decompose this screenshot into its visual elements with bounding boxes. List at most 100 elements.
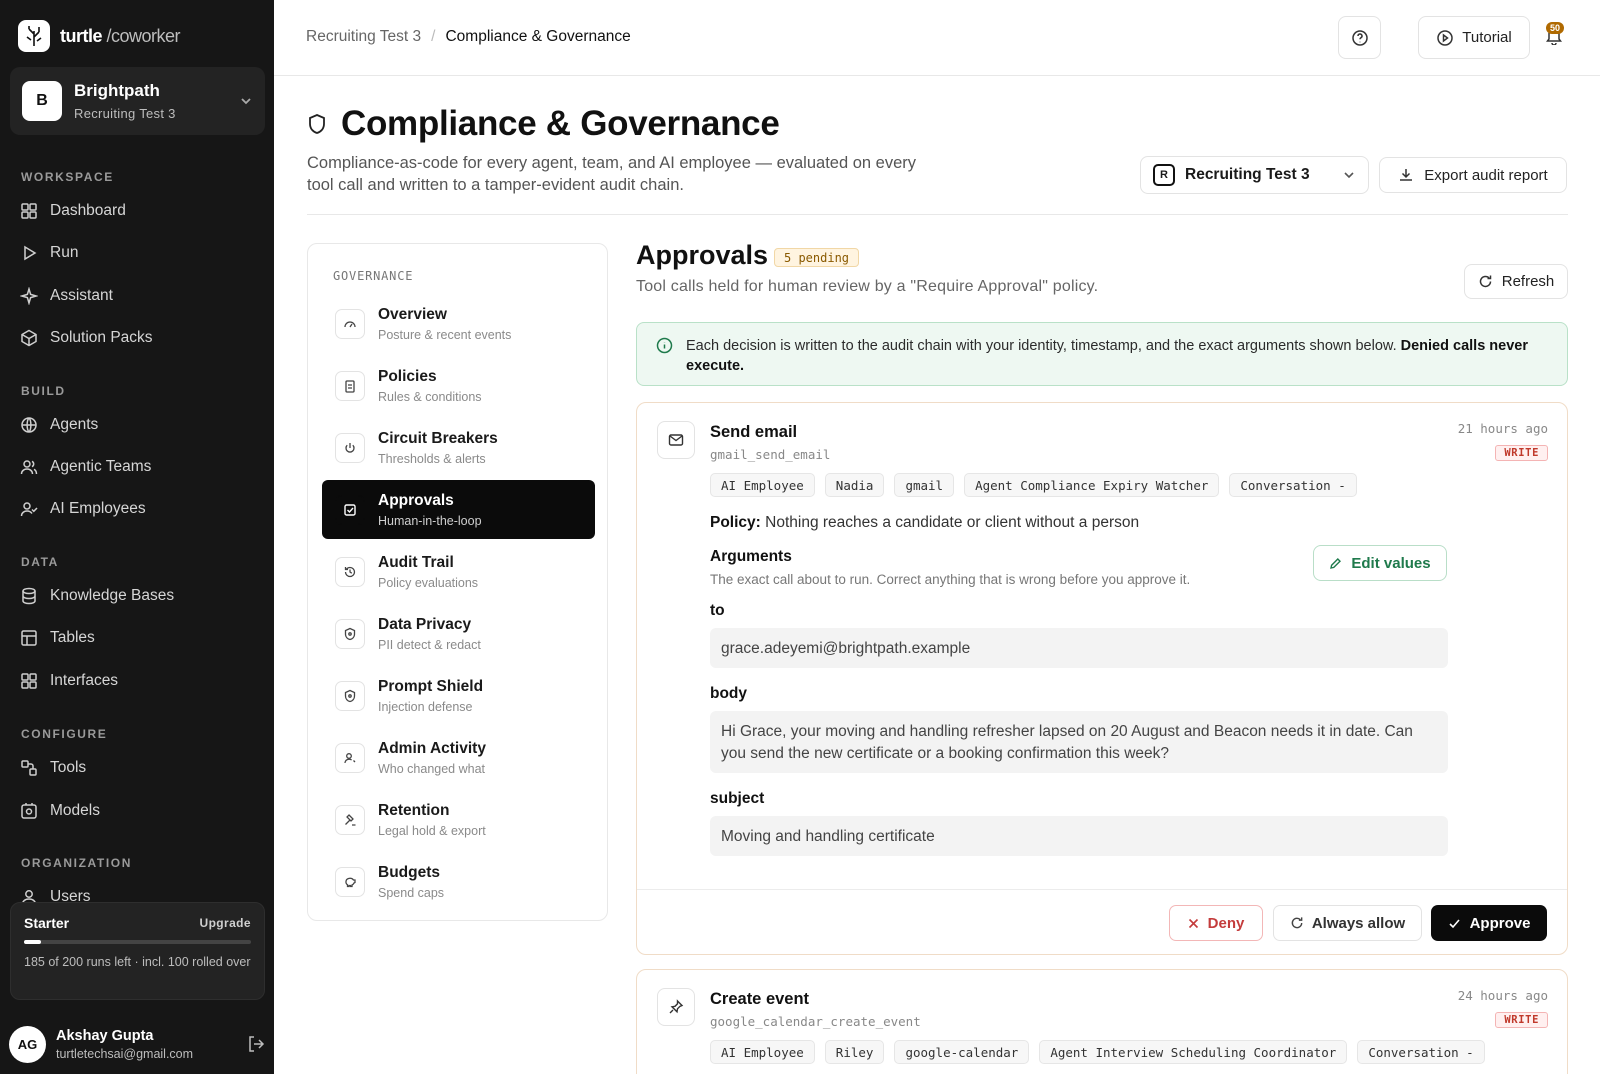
deny-button[interactable]: Deny xyxy=(1169,905,1263,941)
upgrade-link[interactable]: Upgrade xyxy=(200,916,251,930)
database-icon xyxy=(22,587,36,605)
sidebar-item-ai-employees[interactable]: AI Employees xyxy=(20,497,146,521)
sidebar-item-models[interactable]: Models xyxy=(20,799,100,823)
sidebar-item-interfaces[interactable]: Interfaces xyxy=(20,669,118,693)
gov-item-approvals[interactable]: Approvals Human-in-the-loop xyxy=(322,480,595,539)
gov-item-policies[interactable]: Policies Rules & conditions xyxy=(322,356,595,415)
field-label: body xyxy=(710,685,748,702)
play-icon xyxy=(24,245,37,261)
approve-button[interactable]: Approve xyxy=(1431,905,1547,941)
turtle-logo-icon xyxy=(18,20,50,52)
gov-item-circuit-breakers[interactable]: Circuit Breakers Thresholds & alerts xyxy=(322,418,595,477)
refresh-button[interactable]: Refresh xyxy=(1464,264,1568,299)
approve-label: Approve xyxy=(1469,914,1531,932)
gov-item-data-privacy[interactable]: Data Privacy PII detect & redact xyxy=(322,604,595,663)
gov-item-sub: Who changed what xyxy=(378,761,486,776)
sparkle-icon xyxy=(20,287,38,305)
sidebar-item-agents[interactable]: Agents xyxy=(20,413,98,437)
sidebar-item-label: Solution Packs xyxy=(50,329,153,346)
gov-item-sub: Spend caps xyxy=(378,885,445,900)
gov-item-title: Circuit Breakers xyxy=(378,429,498,447)
body-field[interactable]: Hi Grace, your moving and handling refre… xyxy=(710,711,1448,773)
plan-usage-fill xyxy=(24,940,42,944)
gavel-icon xyxy=(335,804,365,835)
sidebar-item-dashboard[interactable]: Dashboard xyxy=(20,199,126,223)
sidebar-item-knowledge-bases[interactable]: Knowledge Bases xyxy=(20,584,174,608)
always-allow-button[interactable]: Always allow xyxy=(1273,905,1422,941)
tag: gmail xyxy=(894,473,955,497)
sidebar-item-run[interactable]: Run xyxy=(20,241,78,265)
gov-item-admin-activity[interactable]: Admin Activity Who changed what xyxy=(322,728,595,787)
check-icon xyxy=(1449,918,1460,928)
sidebar-item-solution-packs[interactable]: Solution Packs xyxy=(20,326,153,350)
field-label: to xyxy=(710,602,725,619)
org-project: Recruiting Test 3 xyxy=(74,106,176,121)
to-field[interactable]: grace.adeyemi@brightpath.example xyxy=(710,628,1448,668)
timestamp: 24 hours ago xyxy=(1457,988,1548,1003)
write-badge: WRITE xyxy=(1495,1012,1548,1028)
subject-field[interactable]: Moving and handling certificate xyxy=(710,816,1448,856)
tag: AI Employee xyxy=(710,1040,815,1064)
page-description: Compliance-as-code for every agent, team… xyxy=(307,154,917,194)
user-profile[interactable]: AG Akshay Gupta turtletechsai@gmail.com xyxy=(9,1024,265,1064)
approvals-title: Approvals xyxy=(636,240,769,270)
tutorial-button[interactable]: Tutorial xyxy=(1418,16,1530,59)
approval-card: Send email gmail_send_email 21 hours ago… xyxy=(636,402,1568,955)
refresh-icon xyxy=(1479,275,1491,288)
gov-item-sub: Rules & conditions xyxy=(378,389,482,404)
gov-item-prompt-shield[interactable]: Prompt Shield Injection defense xyxy=(322,666,595,725)
shield-dot-icon xyxy=(335,680,365,711)
gov-item-title: Approvals xyxy=(378,491,454,509)
export-label: Export audit report xyxy=(1424,166,1548,184)
write-badge: WRITE xyxy=(1495,445,1548,461)
org-switcher[interactable]: B Brightpath Recruiting Test 3 xyxy=(10,67,265,135)
card-actions: Deny Always allow Approve xyxy=(637,889,1567,955)
nav-section-data: DATA xyxy=(21,555,59,569)
gauge-icon xyxy=(335,308,365,339)
gov-item-title: Admin Activity xyxy=(378,739,486,757)
info-banner: Each decision is written to the audit ch… xyxy=(636,322,1568,386)
logout-icon[interactable] xyxy=(247,1035,265,1053)
tag: AI Employee xyxy=(710,473,815,497)
refresh-label: Refresh xyxy=(1501,273,1555,290)
project-select-value: Recruiting Test 3 xyxy=(1185,166,1310,183)
gov-item-budgets[interactable]: Budgets Spend caps xyxy=(322,852,595,911)
sidebar-item-tables[interactable]: Tables xyxy=(20,626,95,650)
gov-item-retention[interactable]: Retention Legal hold & export xyxy=(322,790,595,849)
sidebar-item-label: Interfaces xyxy=(50,672,119,689)
page-header: Compliance & Governance xyxy=(307,104,780,144)
help-button[interactable] xyxy=(1338,16,1381,59)
tool-code: google_calendar_create_event xyxy=(710,1014,921,1029)
globe-icon xyxy=(21,417,37,433)
check-square-icon xyxy=(335,494,365,525)
tutorial-label: Tutorial xyxy=(1462,29,1512,46)
edit-values-button[interactable]: Edit values xyxy=(1313,545,1447,581)
sidebar-item-assistant[interactable]: Assistant xyxy=(20,284,113,308)
sidebar-item-agentic-teams[interactable]: Agentic Teams xyxy=(20,455,151,479)
chevron-down-icon xyxy=(241,98,251,105)
gov-item-overview[interactable]: Overview Posture & recent events xyxy=(322,294,595,353)
user-check-icon xyxy=(20,502,38,517)
layout-icon xyxy=(21,673,37,689)
approval-card: Create event google_calendar_create_even… xyxy=(636,969,1568,1074)
timestamp: 21 hours ago xyxy=(1457,421,1548,436)
pending-badge: 5 pending xyxy=(774,248,860,267)
gov-item-sub: Thresholds & alerts xyxy=(378,451,486,466)
brand-logo[interactable]: turtle /coworker xyxy=(18,20,181,52)
user-name: Akshay Gupta xyxy=(56,1027,154,1044)
package-icon xyxy=(21,329,37,347)
piggy-bank-icon xyxy=(335,866,365,897)
org-avatar: B xyxy=(22,81,62,121)
sidebar-item-tools[interactable]: Tools xyxy=(20,756,86,780)
gov-item-title: Prompt Shield xyxy=(378,677,484,695)
sidebar-item-label: AI Employees xyxy=(50,500,146,517)
project-select[interactable]: R Recruiting Test 3 xyxy=(1140,156,1369,194)
table-icon xyxy=(21,630,37,646)
breadcrumb-parent[interactable]: Recruiting Test 3 xyxy=(306,28,421,46)
arguments-title: Arguments xyxy=(710,548,792,565)
gov-item-sub: Legal hold & export xyxy=(378,823,486,838)
banner-text: Each decision is written to the audit ch… xyxy=(686,338,1397,354)
edit-values-label: Edit values xyxy=(1351,554,1431,572)
gov-item-audit-trail[interactable]: Audit Trail Policy evaluations xyxy=(322,542,595,601)
export-audit-button[interactable]: Export audit report xyxy=(1379,157,1567,193)
